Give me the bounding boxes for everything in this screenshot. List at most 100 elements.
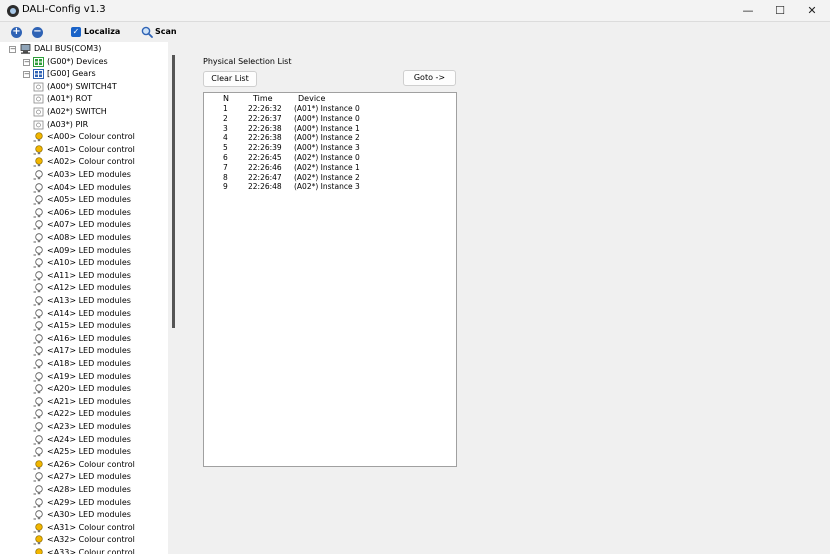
tree-gear-21[interactable]: <A21> LED modules <box>0 396 168 409</box>
maximize-button[interactable]: ☐ <box>763 0 797 22</box>
tree-item-label: <A32> Colour control <box>47 535 135 545</box>
panel-splitter[interactable] <box>172 55 175 328</box>
tree-gear-29[interactable]: <A29> LED modules <box>0 497 168 510</box>
tree-gear-3[interactable]: <A03> LED modules <box>0 169 168 182</box>
cell-device: (A00*) Instance 2 <box>294 133 360 143</box>
tree-gear-32[interactable]: <A32> Colour control <box>0 534 168 547</box>
led-module-bulb-icon <box>33 472 44 482</box>
column-header-time: Time <box>253 94 273 103</box>
tree-device-3[interactable]: (A03*) PIR <box>0 119 168 132</box>
cell-device: (A02*) Instance 2 <box>294 172 360 182</box>
tree-gear-12[interactable]: <A12> LED modules <box>0 282 168 295</box>
tree-item-label: <A17> LED modules <box>47 346 131 356</box>
tree-gear-13[interactable]: <A13> LED modules <box>0 295 168 308</box>
tree-gear-22[interactable]: <A22> LED modules <box>0 408 168 421</box>
tree-gear-18[interactable]: <A18> LED modules <box>0 358 168 371</box>
tree-item-label: <A25> LED modules <box>47 447 131 457</box>
tree-item-label: <A02> Colour control <box>47 157 135 167</box>
tree-gear-16[interactable]: <A16> LED modules <box>0 333 168 346</box>
tree-device-0[interactable]: (A00*) SWITCH4T <box>0 81 168 94</box>
led-module-bulb-icon <box>33 485 44 495</box>
tree-gear-15[interactable]: <A15> LED modules <box>0 320 168 333</box>
cell-time: 22:26:38 <box>248 123 282 133</box>
tree-item-label: <A04> LED modules <box>47 182 131 192</box>
tree-gear-30[interactable]: <A30> LED modules <box>0 509 168 522</box>
tree-gear-20[interactable]: <A20> LED modules <box>0 383 168 396</box>
led-module-bulb-icon <box>33 308 44 319</box>
tree-gear-14[interactable]: <A14> LED modules <box>0 308 168 321</box>
cell-time: 22:26:45 <box>248 153 282 162</box>
tree-device-1[interactable]: (A01*) ROT <box>0 93 168 106</box>
app-logo-icon <box>7 5 19 17</box>
expander-icon[interactable]: − <box>23 71 30 79</box>
tree-gear-5[interactable]: <A05> LED modules <box>0 194 168 207</box>
table-row[interactable]: 7 22:26:46 (A02*) Instance 1 <box>204 163 454 173</box>
expander-icon[interactable]: − <box>23 58 30 66</box>
tree-gear-10[interactable]: <A10> LED modules <box>0 257 168 270</box>
led-module-bulb-icon <box>33 170 44 180</box>
table-row[interactable]: 6 22:26:45 (A02*) Instance 0 <box>204 153 454 163</box>
toolbar: + − ✓ Localiza Scan <box>0 23 830 41</box>
tree-gear-1[interactable]: <A01> Colour control <box>0 144 168 157</box>
minimize-button[interactable]: — <box>731 0 765 22</box>
tree-item-label: <A11> LED modules <box>47 270 131 280</box>
goto-button[interactable]: Goto -> <box>403 70 456 86</box>
tree-gear-26[interactable]: <A26> Colour control <box>0 459 168 472</box>
table-row[interactable]: 1 22:26:32 (A01*) Instance 0 <box>204 104 454 114</box>
cell-device: (A02*) Instance 3 <box>294 182 360 192</box>
tree-item-label: (A03*) PIR <box>47 119 89 129</box>
table-row[interactable]: 2 22:26:37 (A00*) Instance 0 <box>204 114 454 124</box>
tree-item-label: (A01*) ROT <box>47 94 93 104</box>
led-module-bulb-icon <box>33 346 44 356</box>
tree-gear-0[interactable]: <A00> Colour control <box>0 131 168 144</box>
led-module-bulb-icon <box>33 510 44 520</box>
tree-gear-31[interactable]: <A31> Colour control <box>0 522 168 535</box>
table-row[interactable]: 5 22:26:39 (A00*) Instance 3 <box>204 143 454 153</box>
tree-gear-6[interactable]: <A06> LED modules <box>0 207 168 220</box>
colour-control-bulb-icon <box>33 132 44 142</box>
clear-list-button[interactable]: Clear List <box>203 71 257 87</box>
localiza-checkbox[interactable]: ✓ <box>71 27 81 37</box>
scan-button[interactable]: Scan <box>155 27 177 36</box>
tree-gear-19[interactable]: <A19> LED modules <box>0 371 168 384</box>
tree-gear-4[interactable]: <A04> LED modules <box>0 182 168 195</box>
tree-gear-7[interactable]: <A07> LED modules <box>0 219 168 232</box>
led-module-bulb-icon <box>33 409 44 419</box>
led-module-bulb-icon <box>33 233 44 243</box>
table-row[interactable]: 3 22:26:38 (A00*) Instance 1 <box>204 124 454 134</box>
tree-gear-8[interactable]: <A08> LED modules <box>0 232 168 245</box>
led-module-bulb-icon <box>33 182 44 193</box>
led-module-bulb-icon <box>33 422 44 432</box>
table-row[interactable]: 9 22:26:48 (A02*) Instance 3 <box>204 182 454 192</box>
tree-gear-17[interactable]: <A17> LED modules <box>0 345 168 358</box>
table-row[interactable]: 8 22:26:47 (A02*) Instance 2 <box>204 173 454 183</box>
tree-gear-25[interactable]: <A25> LED modules <box>0 446 168 459</box>
tree-group-0[interactable]: − (G00*) Devices <box>0 56 168 69</box>
tree-gear-27[interactable]: <A27> LED modules <box>0 471 168 484</box>
tree-group-1[interactable]: − [G00] Gears <box>0 68 168 81</box>
tree-gear-23[interactable]: <A23> LED modules <box>0 421 168 434</box>
scan-icon[interactable] <box>141 26 153 38</box>
device-tree[interactable]: − DALI BUS(COM3) − (G00*) Devices − [G00] Gea… <box>0 42 168 554</box>
led-module-bulb-icon <box>33 271 44 281</box>
tree-gear-28[interactable]: <A28> LED modules <box>0 484 168 497</box>
tree-gear-11[interactable]: <A11> LED modules <box>0 270 168 283</box>
cell-time: 22:26:47 <box>248 172 282 182</box>
column-header-n: N <box>223 94 229 103</box>
table-row[interactable]: 4 22:26:38 (A00*) Instance 2 <box>204 133 454 143</box>
remove-icon[interactable]: − <box>32 27 43 38</box>
tree-item-label: (A00*) SWITCH4T <box>47 81 117 91</box>
tree-gear-2[interactable]: <A02> Colour control <box>0 156 168 169</box>
close-button[interactable]: ✕ <box>795 0 829 22</box>
localiza-label[interactable]: Localiza <box>84 27 120 36</box>
physical-selection-list[interactable]: N Time Device 1 22:26:32 (A01*) Instance 0… <box>203 92 457 467</box>
tree-gear-24[interactable]: <A24> LED modules <box>0 434 168 447</box>
add-icon[interactable]: + <box>11 27 22 38</box>
tree-gear-33[interactable]: <A33> Colour control <box>0 547 168 554</box>
tree-item-label: <A22> LED modules <box>47 409 131 419</box>
tree-gear-9[interactable]: <A09> LED modules <box>0 245 168 258</box>
tree-root-dali-bus[interactable]: − DALI BUS(COM3) <box>0 43 168 56</box>
title-bar: DALI-Config v1.3 — ☐ ✕ <box>0 0 830 22</box>
tree-device-2[interactable]: (A02*) SWITCH <box>0 106 168 119</box>
expander-icon[interactable]: − <box>9 46 16 53</box>
